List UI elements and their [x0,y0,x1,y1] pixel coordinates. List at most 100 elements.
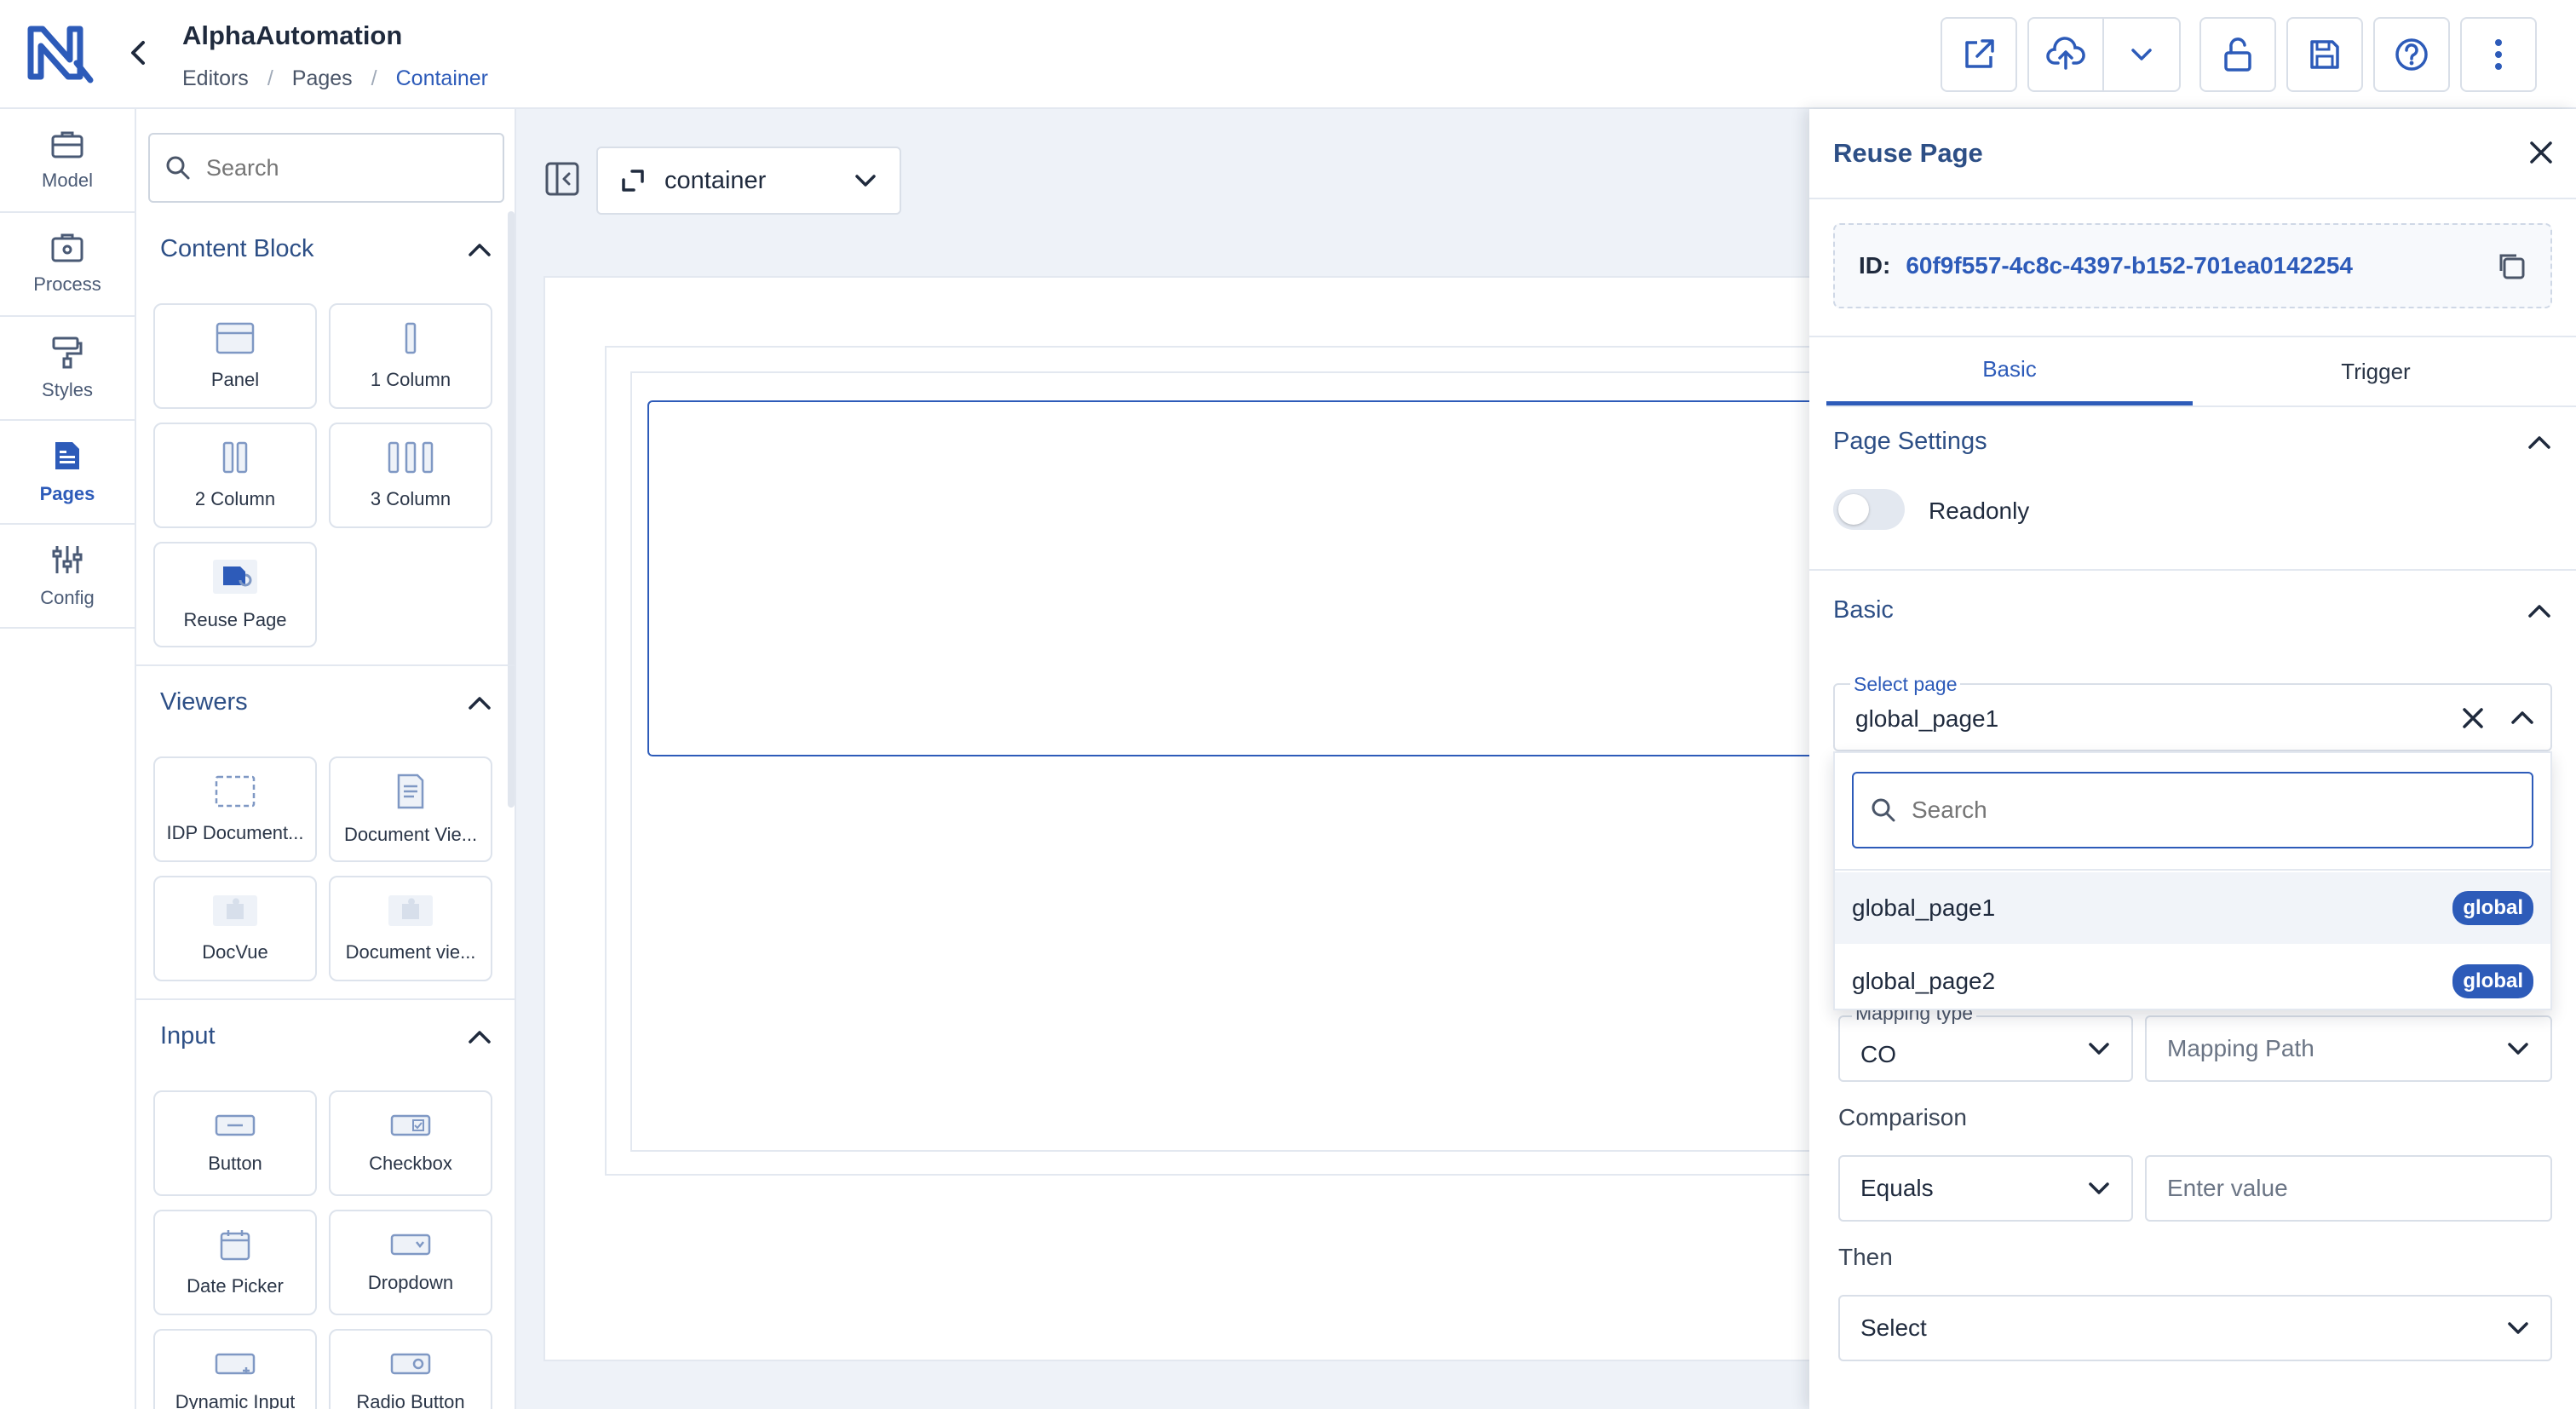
section-viewers[interactable]: Viewers [160,688,492,716]
save-button[interactable] [2286,17,2363,92]
enter-value-input[interactable]: Enter value [2145,1155,2552,1222]
dropdown-search[interactable] [1852,772,2533,848]
drawer-divider [1809,198,2576,199]
select-page-field[interactable]: Select page global_page1 [1833,673,2552,751]
toggle-knob [1838,494,1869,525]
components-scrollbar[interactable] [508,211,515,808]
puzzle-icon [213,895,257,926]
close-icon[interactable] [2527,138,2556,167]
basic-header[interactable]: Basic [1833,596,2552,624]
tab-trigger[interactable]: Trigger [2193,337,2559,405]
more-vertical-icon [2495,39,2502,70]
component-dynamic-input[interactable]: Dynamic Input [153,1329,317,1409]
breadcrumb-pages[interactable]: Pages [292,66,353,91]
chevron-down-icon [2508,1322,2528,1334]
breadcrumb-separator: / [267,66,273,90]
then-label: Then [1838,1244,1893,1270]
components-search-input[interactable] [206,154,479,181]
component-panel[interactable]: Panel [153,303,317,409]
components-search[interactable] [148,133,504,203]
mapping-path-select[interactable]: Mapping Path [2145,1015,2552,1082]
rail-item-styles[interactable]: Styles [0,317,135,421]
rail-item-label: Pages [39,483,95,504]
container-select[interactable]: container [596,147,901,215]
save-icon [2310,40,2339,69]
breadcrumb: Editors / Pages / Container [182,66,488,91]
dropdown-option[interactable]: global_page1 global [1835,872,2550,944]
external-link-icon [1965,39,1994,68]
cloud-upload-icon [2046,37,2085,70]
puzzle-icon [388,895,433,926]
tab-basic[interactable]: Basic [1826,337,2193,405]
rail-item-config[interactable]: Config [0,525,135,629]
tile-label: 1 Column [370,369,451,390]
one-column-icon [405,322,417,354]
component-radio-button[interactable]: Radio Button [329,1329,492,1409]
component-3-column[interactable]: 3 Column [329,423,492,528]
mapping-type-value: CO [1860,1041,1896,1067]
tile-label: Radio Button [356,1391,465,1409]
component-2-column[interactable]: 2 Column [153,423,317,528]
publish-options-button[interactable] [2104,17,2181,92]
readonly-label: Readonly [1929,497,2030,524]
sliders-icon [52,546,83,573]
reuse-page-icon [213,560,257,594]
component-dropdown[interactable]: Dropdown [329,1210,492,1315]
id-value: 60f9f557-4c8c-4397-b152-701ea0142254 [1906,252,2353,279]
component-1-column[interactable]: 1 Column [329,303,492,409]
component-docvue[interactable]: DocVue [153,876,317,981]
section-input[interactable]: Input [160,1022,492,1050]
selected-reuse-page-frame[interactable] [647,400,1883,756]
copy-icon[interactable] [2496,250,2527,281]
publish-button[interactable] [2027,17,2104,92]
tile-label: Panel [210,369,260,390]
then-select[interactable]: Select [1838,1295,2552,1361]
section-divider [136,664,515,666]
component-button[interactable]: Button [153,1090,317,1196]
component-checkbox[interactable]: Checkbox [329,1090,492,1196]
breadcrumb-editors[interactable]: Editors [182,66,249,91]
clear-icon[interactable] [2460,705,2486,731]
chevron-down-icon [2131,49,2152,60]
component-idp-document[interactable]: IDP Document... [153,756,317,862]
comparison-value: Equals [1860,1175,1934,1201]
more-options-button[interactable] [2460,17,2537,92]
page-settings-header[interactable]: Page Settings [1833,428,2552,456]
open-external-button[interactable] [1941,17,2017,92]
readonly-toggle[interactable] [1833,489,1905,530]
chevron-down-icon [2089,1043,2109,1055]
rail-item-model[interactable]: Model [0,109,135,213]
app-logo-icon[interactable] [26,24,97,85]
rail-item-pages[interactable]: Pages [0,421,135,525]
radio-button-icon [390,1353,431,1375]
chevron-up-icon[interactable] [2510,707,2535,728]
rail-item-process[interactable]: Process [0,213,135,317]
drawer-divider [1809,569,2576,571]
select-page-dropdown: global_page1 global global_page2 global [1833,751,2552,1010]
expand-icon [622,170,644,192]
help-icon [2395,38,2428,71]
component-date-picker[interactable]: Date Picker [153,1210,317,1315]
comparison-select[interactable]: Equals [1838,1155,2133,1222]
two-column-icon [222,441,248,474]
help-button[interactable] [2373,17,2450,92]
unlock-button[interactable] [2199,17,2276,92]
tile-label: Button [208,1153,262,1174]
tile-label: 2 Column [194,488,276,509]
collapse-panel-icon[interactable] [543,160,581,198]
dropdown-search-input[interactable] [1912,797,2508,824]
component-reuse-page[interactable]: Reuse Page [153,542,317,647]
component-document-viewer[interactable]: Document Vie... [329,756,492,862]
component-document-viewer-2[interactable]: Document vie... [329,876,492,981]
option-label: global_page2 [1852,968,1996,994]
section-content-block[interactable]: Content Block [160,235,492,263]
select-page-label: Select page [1850,673,1961,696]
global-badge: global [2452,891,2533,925]
option-label: global_page1 [1852,894,1996,921]
breadcrumb-separator: / [371,66,377,90]
tile-label: Document Vie... [343,824,478,845]
mapping-type-select[interactable]: CO [1838,1015,2133,1082]
back-chevron-icon[interactable] [124,37,152,68]
idp-document-icon [215,775,256,808]
dropdown-option[interactable]: global_page2 global [1835,946,2550,1017]
